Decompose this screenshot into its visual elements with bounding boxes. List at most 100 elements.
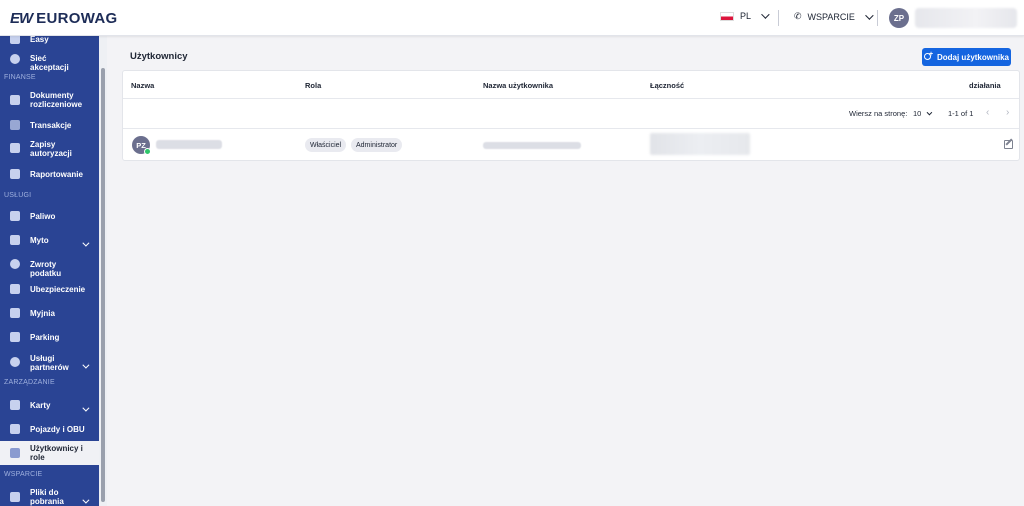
chevron-down-icon — [865, 10, 874, 20]
sidebar-item-label: Sieć akceptacji — [30, 54, 69, 72]
sidebar-item-label: Raportowanie — [30, 170, 83, 179]
previous-page-icon[interactable]: ‹ — [986, 108, 989, 118]
sidebar-item-car-wash[interactable]: Myjnia — [0, 305, 99, 321]
rows-per-page-label: Wiersz na stronę: — [849, 109, 908, 118]
role-chip-admin: Administrator — [351, 138, 403, 152]
sidebar-item-vehicles[interactable]: Pojazdy i OBU — [0, 421, 99, 437]
column-header-actions: działania — [969, 81, 1001, 90]
header-divider — [123, 98, 1019, 99]
section-services: USŁUGI — [4, 192, 32, 199]
chevron-down-icon — [926, 109, 933, 115]
chevron-down-icon — [82, 356, 90, 374]
poland-flag-icon — [720, 11, 734, 21]
sidebar-item-label: Easy — [30, 36, 49, 44]
language-selector[interactable]: PL — [720, 10, 770, 21]
receipt-icon — [9, 142, 20, 153]
rows-per-page-value: 10 — [913, 109, 922, 118]
sidebar-item-label: Transakcje — [30, 121, 72, 130]
sidebar-item-label: Parking — [30, 333, 60, 342]
next-page-icon[interactable]: › — [1006, 108, 1009, 118]
rows-per-page-select[interactable]: 10 — [913, 109, 933, 118]
header-divider — [877, 10, 878, 26]
page-title: Użytkownicy — [130, 51, 188, 62]
insurance-icon — [9, 283, 20, 294]
tax-refund-icon — [9, 258, 20, 269]
truck-icon — [9, 423, 20, 434]
card-icon — [9, 399, 20, 410]
sidebar-item-easy[interactable]: Easy — [0, 36, 99, 46]
sidebar-item-tax-refunds[interactable]: Zwroty podatku — [0, 256, 99, 278]
add-user-label: Dodaj użytkownika — [936, 52, 1009, 62]
add-user-icon — [923, 51, 933, 62]
online-status-icon — [144, 148, 151, 155]
sidebar-item-downloads[interactable]: Pliki do pobrania — [0, 485, 99, 506]
sidebar-item-label: Myto — [30, 236, 49, 245]
car-wash-icon — [9, 307, 20, 318]
sidebar-item-label: Karty — [30, 401, 51, 410]
download-icon — [9, 491, 20, 502]
user-name-redacted — [156, 140, 222, 149]
sidebar-item-insurance[interactable]: Ubezpieczenie — [0, 281, 99, 297]
phone-icon: ✆ — [794, 11, 802, 21]
report-icon — [9, 168, 20, 179]
eurowag-logo[interactable]: EW EUROWAG — [10, 9, 117, 27]
support-label: WSPARCIE — [807, 11, 855, 22]
section-finance: FINANSE — [4, 74, 36, 81]
chevron-down-icon — [82, 234, 90, 252]
chevron-down-icon — [761, 10, 770, 19]
sidebar-item-authorization-records[interactable]: Zapisy autoryzacji — [0, 136, 99, 160]
user-name-redacted[interactable] — [915, 8, 1017, 28]
sidebar-item-toll[interactable]: Myto — [0, 232, 99, 248]
sidebar-item-users-roles[interactable]: Użytkownicy i role — [0, 441, 99, 465]
section-support: WSPARCIE — [4, 471, 43, 478]
fuel-pump-icon — [9, 210, 20, 221]
sidebar-item-reporting[interactable]: Raportowanie — [0, 166, 99, 182]
edit-icon[interactable] — [1004, 140, 1013, 149]
toll-gate-icon — [9, 234, 20, 245]
document-icon — [9, 94, 20, 105]
user-avatar[interactable]: ZP — [889, 8, 909, 28]
column-header-name[interactable]: Nazwa — [131, 81, 154, 90]
sidebar-item-acceptance-network[interactable]: Sieć akceptacji — [0, 50, 99, 72]
row-divider — [123, 128, 1019, 129]
sidebar: Easy Sieć akceptacji FINANSE Dokumenty r… — [0, 36, 99, 506]
role-chip-owner: Właściciel — [305, 138, 347, 152]
sidebar-scrollbar[interactable] — [101, 68, 105, 502]
sidebar-item-label: Pliki do pobrania — [30, 488, 64, 506]
handshake-icon — [9, 356, 20, 367]
sidebar-item-label: Zwroty podatku — [30, 260, 62, 278]
sidebar-item-label: Pojazdy i OBU — [30, 425, 85, 434]
chevron-down-icon — [82, 399, 90, 417]
pagination-range: 1-1 of 1 — [948, 109, 974, 118]
parking-icon — [9, 331, 20, 342]
sidebar-item-partner-services[interactable]: Usługi partnerów — [0, 350, 99, 374]
add-user-button[interactable]: Dodaj użytkownika — [922, 48, 1011, 66]
column-header-connectivity[interactable]: Łączność — [650, 81, 684, 90]
users-table: Nazwa Rola Nazwa użytkownika Łączność dz… — [122, 70, 1020, 161]
transfer-arrows-icon — [9, 119, 20, 130]
sidebar-item-label: Zapisy autoryzacji — [30, 140, 72, 158]
wallet-icon — [9, 36, 20, 45]
section-management: ZARZĄDZANIE — [4, 379, 55, 386]
sidebar-item-cards[interactable]: Karty — [0, 397, 99, 413]
sidebar-item-label: Paliwo — [30, 212, 56, 221]
sidebar-item-label: Ubezpieczenie — [30, 285, 86, 294]
column-header-username[interactable]: Nazwa użytkownika — [483, 81, 553, 90]
connectivity-redacted — [650, 133, 750, 155]
top-header: EW EUROWAG PL ✆ WSPARCIE ZP — [0, 0, 1024, 36]
language-label: PL — [740, 11, 752, 21]
logo-text: EUROWAG — [36, 9, 118, 27]
sidebar-item-label: Użytkownicy i role — [30, 444, 83, 462]
column-header-role[interactable]: Rola — [305, 81, 321, 90]
logo-mark: EW — [10, 9, 33, 27]
sidebar-item-label: Myjnia — [30, 309, 55, 318]
sidebar-item-parking[interactable]: Parking — [0, 329, 99, 345]
sidebar-item-documents[interactable]: Dokumenty rozliczeniowe — [0, 88, 99, 112]
chevron-down-icon — [82, 491, 90, 506]
sidebar-item-transactions[interactable]: Transakcje — [0, 117, 99, 133]
support-menu[interactable]: ✆ WSPARCIE — [794, 10, 874, 22]
username-redacted — [483, 142, 581, 149]
sidebar-item-fuel[interactable]: Paliwo — [0, 208, 99, 224]
map-pin-icon — [9, 53, 20, 64]
header-divider — [778, 10, 779, 26]
